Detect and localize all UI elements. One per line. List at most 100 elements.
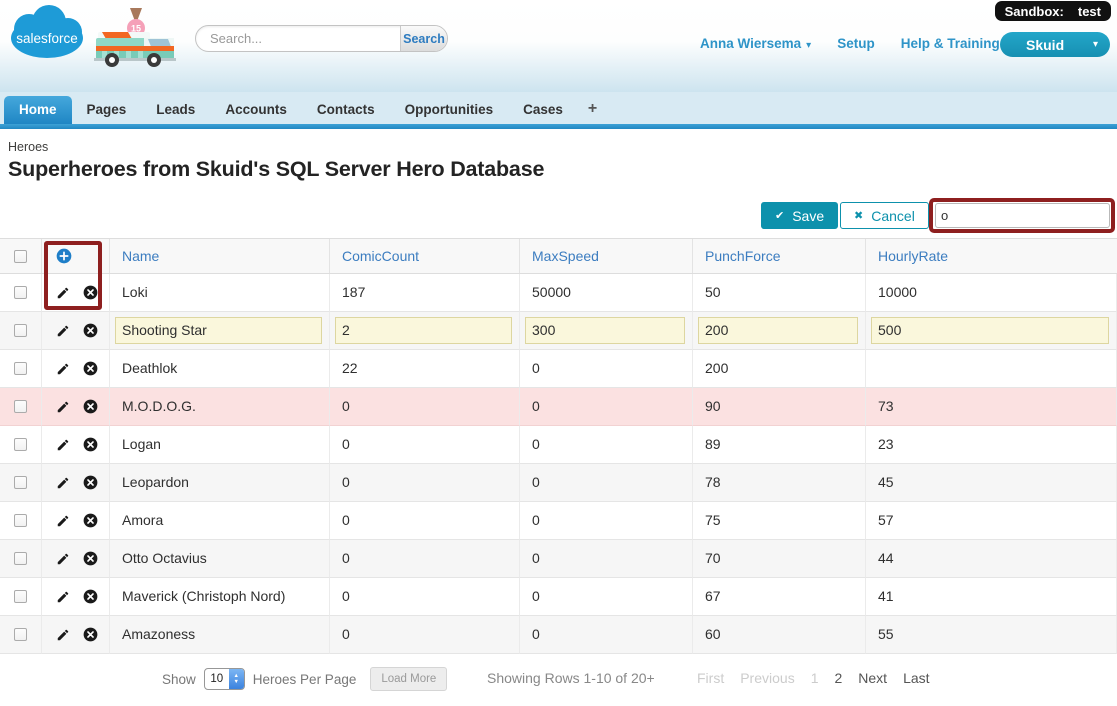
inline-edit-field[interactable]: 200 bbox=[698, 317, 858, 344]
inline-edit-field[interactable]: Shooting Star bbox=[115, 317, 322, 344]
edit-row-icon[interactable] bbox=[56, 400, 70, 414]
remove-row-icon[interactable] bbox=[83, 399, 98, 414]
cell-maxspeed: 0 bbox=[520, 464, 693, 502]
table-filter-input[interactable] bbox=[935, 203, 1110, 228]
select-all-checkbox[interactable] bbox=[14, 249, 27, 263]
edit-row-icon[interactable] bbox=[56, 590, 70, 604]
remove-row-icon[interactable] bbox=[83, 437, 98, 452]
cell-comiccount: 0 bbox=[330, 464, 520, 502]
cell-name: Otto Octavius bbox=[110, 540, 330, 578]
page-link-next[interactable]: Next bbox=[858, 670, 887, 686]
row-checkbox-cell bbox=[0, 616, 42, 654]
cell-hourlyrate: 41 bbox=[866, 578, 1117, 616]
cancel-button[interactable]: ✖ Cancel bbox=[840, 202, 929, 229]
cell-punchforce: 60 bbox=[693, 616, 866, 654]
tab-home[interactable]: Home bbox=[4, 96, 72, 124]
cancel-x-icon: ✖ bbox=[854, 210, 864, 222]
column-header-name[interactable]: Name bbox=[110, 239, 330, 273]
global-search-button[interactable]: Search bbox=[400, 26, 447, 51]
row-checkbox[interactable] bbox=[14, 362, 27, 375]
edit-row-icon[interactable] bbox=[56, 438, 70, 452]
help-training-link[interactable]: Help & Training bbox=[901, 36, 1000, 51]
tab-cases[interactable]: Cases bbox=[508, 96, 578, 124]
remove-row-icon[interactable] bbox=[83, 513, 98, 528]
table-row: Otto Octavius 0 0 70 44 bbox=[0, 540, 1117, 578]
heroes-table: Name ComicCount MaxSpeed PunchForce Hour… bbox=[0, 238, 1117, 654]
row-checkbox[interactable] bbox=[14, 400, 27, 413]
cell-comiccount: 0 bbox=[330, 540, 520, 578]
tab-add[interactable]: + bbox=[578, 96, 607, 124]
row-checkbox[interactable] bbox=[14, 324, 27, 337]
setup-link[interactable]: Setup bbox=[837, 36, 875, 51]
load-more-button[interactable]: Load More bbox=[370, 667, 448, 691]
active-tab-strip bbox=[0, 124, 1117, 129]
row-checkbox[interactable] bbox=[14, 628, 27, 641]
row-checkbox[interactable] bbox=[14, 590, 27, 603]
cell-comiccount: 0 bbox=[330, 502, 520, 540]
inline-edit-field[interactable]: 500 bbox=[871, 317, 1109, 344]
cell-punchforce: 70 bbox=[693, 540, 866, 578]
row-actions-cell bbox=[42, 464, 110, 502]
remove-row-icon[interactable] bbox=[83, 627, 98, 642]
inline-edit-field[interactable]: 2 bbox=[335, 317, 512, 344]
tab-opportunities[interactable]: Opportunities bbox=[390, 96, 509, 124]
cell-name: Deathlok bbox=[110, 350, 330, 388]
global-search-input[interactable] bbox=[196, 26, 400, 51]
row-checkbox[interactable] bbox=[14, 438, 27, 451]
save-button-label: Save bbox=[792, 207, 825, 224]
row-checkbox-cell bbox=[0, 502, 42, 540]
cell-maxspeed: 0 bbox=[520, 426, 693, 464]
inline-edit-field[interactable]: 300 bbox=[525, 317, 685, 344]
cell-punchforce: 78 bbox=[693, 464, 866, 502]
row-actions-cell bbox=[42, 350, 110, 388]
page-link-first: First bbox=[697, 670, 725, 686]
edit-row-icon[interactable] bbox=[56, 362, 70, 376]
row-checkbox[interactable] bbox=[14, 286, 27, 299]
table-row: M.O.D.O.G. 0 0 90 73 bbox=[0, 388, 1117, 426]
cell-punchforce: 200 bbox=[693, 350, 866, 388]
user-menu[interactable]: Anna Wiersema ▾ bbox=[700, 36, 811, 51]
page-link-last[interactable]: Last bbox=[903, 670, 929, 686]
skuid-menu-button[interactable]: Skuid ▾ bbox=[1000, 32, 1110, 57]
cell-maxspeed: 0 bbox=[520, 350, 693, 388]
table-row: Maverick (Christoph Nord) 0 0 67 41 bbox=[0, 578, 1117, 616]
row-actions-cell bbox=[42, 388, 110, 426]
tab-pages[interactable]: Pages bbox=[72, 96, 142, 124]
edit-row-icon[interactable] bbox=[56, 628, 70, 642]
remove-row-icon[interactable] bbox=[83, 361, 98, 376]
remove-row-icon[interactable] bbox=[83, 551, 98, 566]
remove-row-icon[interactable] bbox=[83, 285, 98, 300]
page-link-1: 1 bbox=[810, 670, 819, 686]
sandbox-value: test bbox=[1077, 3, 1101, 19]
select-stepper-icon: ▲ ▼ bbox=[228, 669, 244, 689]
tab-contacts[interactable]: Contacts bbox=[302, 96, 390, 124]
add-row-icon[interactable] bbox=[56, 248, 72, 264]
table-row: Deathlok 22 0 200 bbox=[0, 350, 1117, 388]
salesforce-logo-icon[interactable]: salesforce bbox=[6, 2, 88, 62]
tab-accounts[interactable]: Accounts bbox=[210, 96, 302, 124]
column-header-maxspeed[interactable]: MaxSpeed bbox=[520, 239, 693, 273]
row-checkbox[interactable] bbox=[14, 552, 27, 565]
row-checkbox[interactable] bbox=[14, 514, 27, 527]
edit-row-icon[interactable] bbox=[56, 476, 70, 490]
page-link-2[interactable]: 2 bbox=[834, 670, 842, 686]
edit-row-icon[interactable] bbox=[56, 286, 70, 300]
column-header-punchforce[interactable]: PunchForce bbox=[693, 239, 866, 273]
row-checkbox-cell bbox=[0, 426, 42, 464]
per-page-suffix-label: Heroes Per Page bbox=[252, 671, 357, 687]
save-button[interactable]: ✔ Save bbox=[761, 202, 839, 229]
per-page-select[interactable]: 10 ▲ ▼ bbox=[203, 668, 245, 690]
table-row: Shooting Star 2 300 200 500 bbox=[0, 312, 1117, 350]
remove-row-icon[interactable] bbox=[83, 323, 98, 338]
tab-leads[interactable]: Leads bbox=[141, 96, 210, 124]
row-checkbox[interactable] bbox=[14, 476, 27, 489]
cell-punchforce: 90 bbox=[693, 388, 866, 426]
edit-row-icon[interactable] bbox=[56, 514, 70, 528]
column-header-hourlyrate[interactable]: HourlyRate bbox=[866, 239, 1117, 273]
cell-hourlyrate: 57 bbox=[866, 502, 1117, 540]
edit-row-icon[interactable] bbox=[56, 552, 70, 566]
column-header-comiccount[interactable]: ComicCount bbox=[330, 239, 520, 273]
remove-row-icon[interactable] bbox=[83, 589, 98, 604]
remove-row-icon[interactable] bbox=[83, 475, 98, 490]
edit-row-icon[interactable] bbox=[56, 324, 70, 338]
